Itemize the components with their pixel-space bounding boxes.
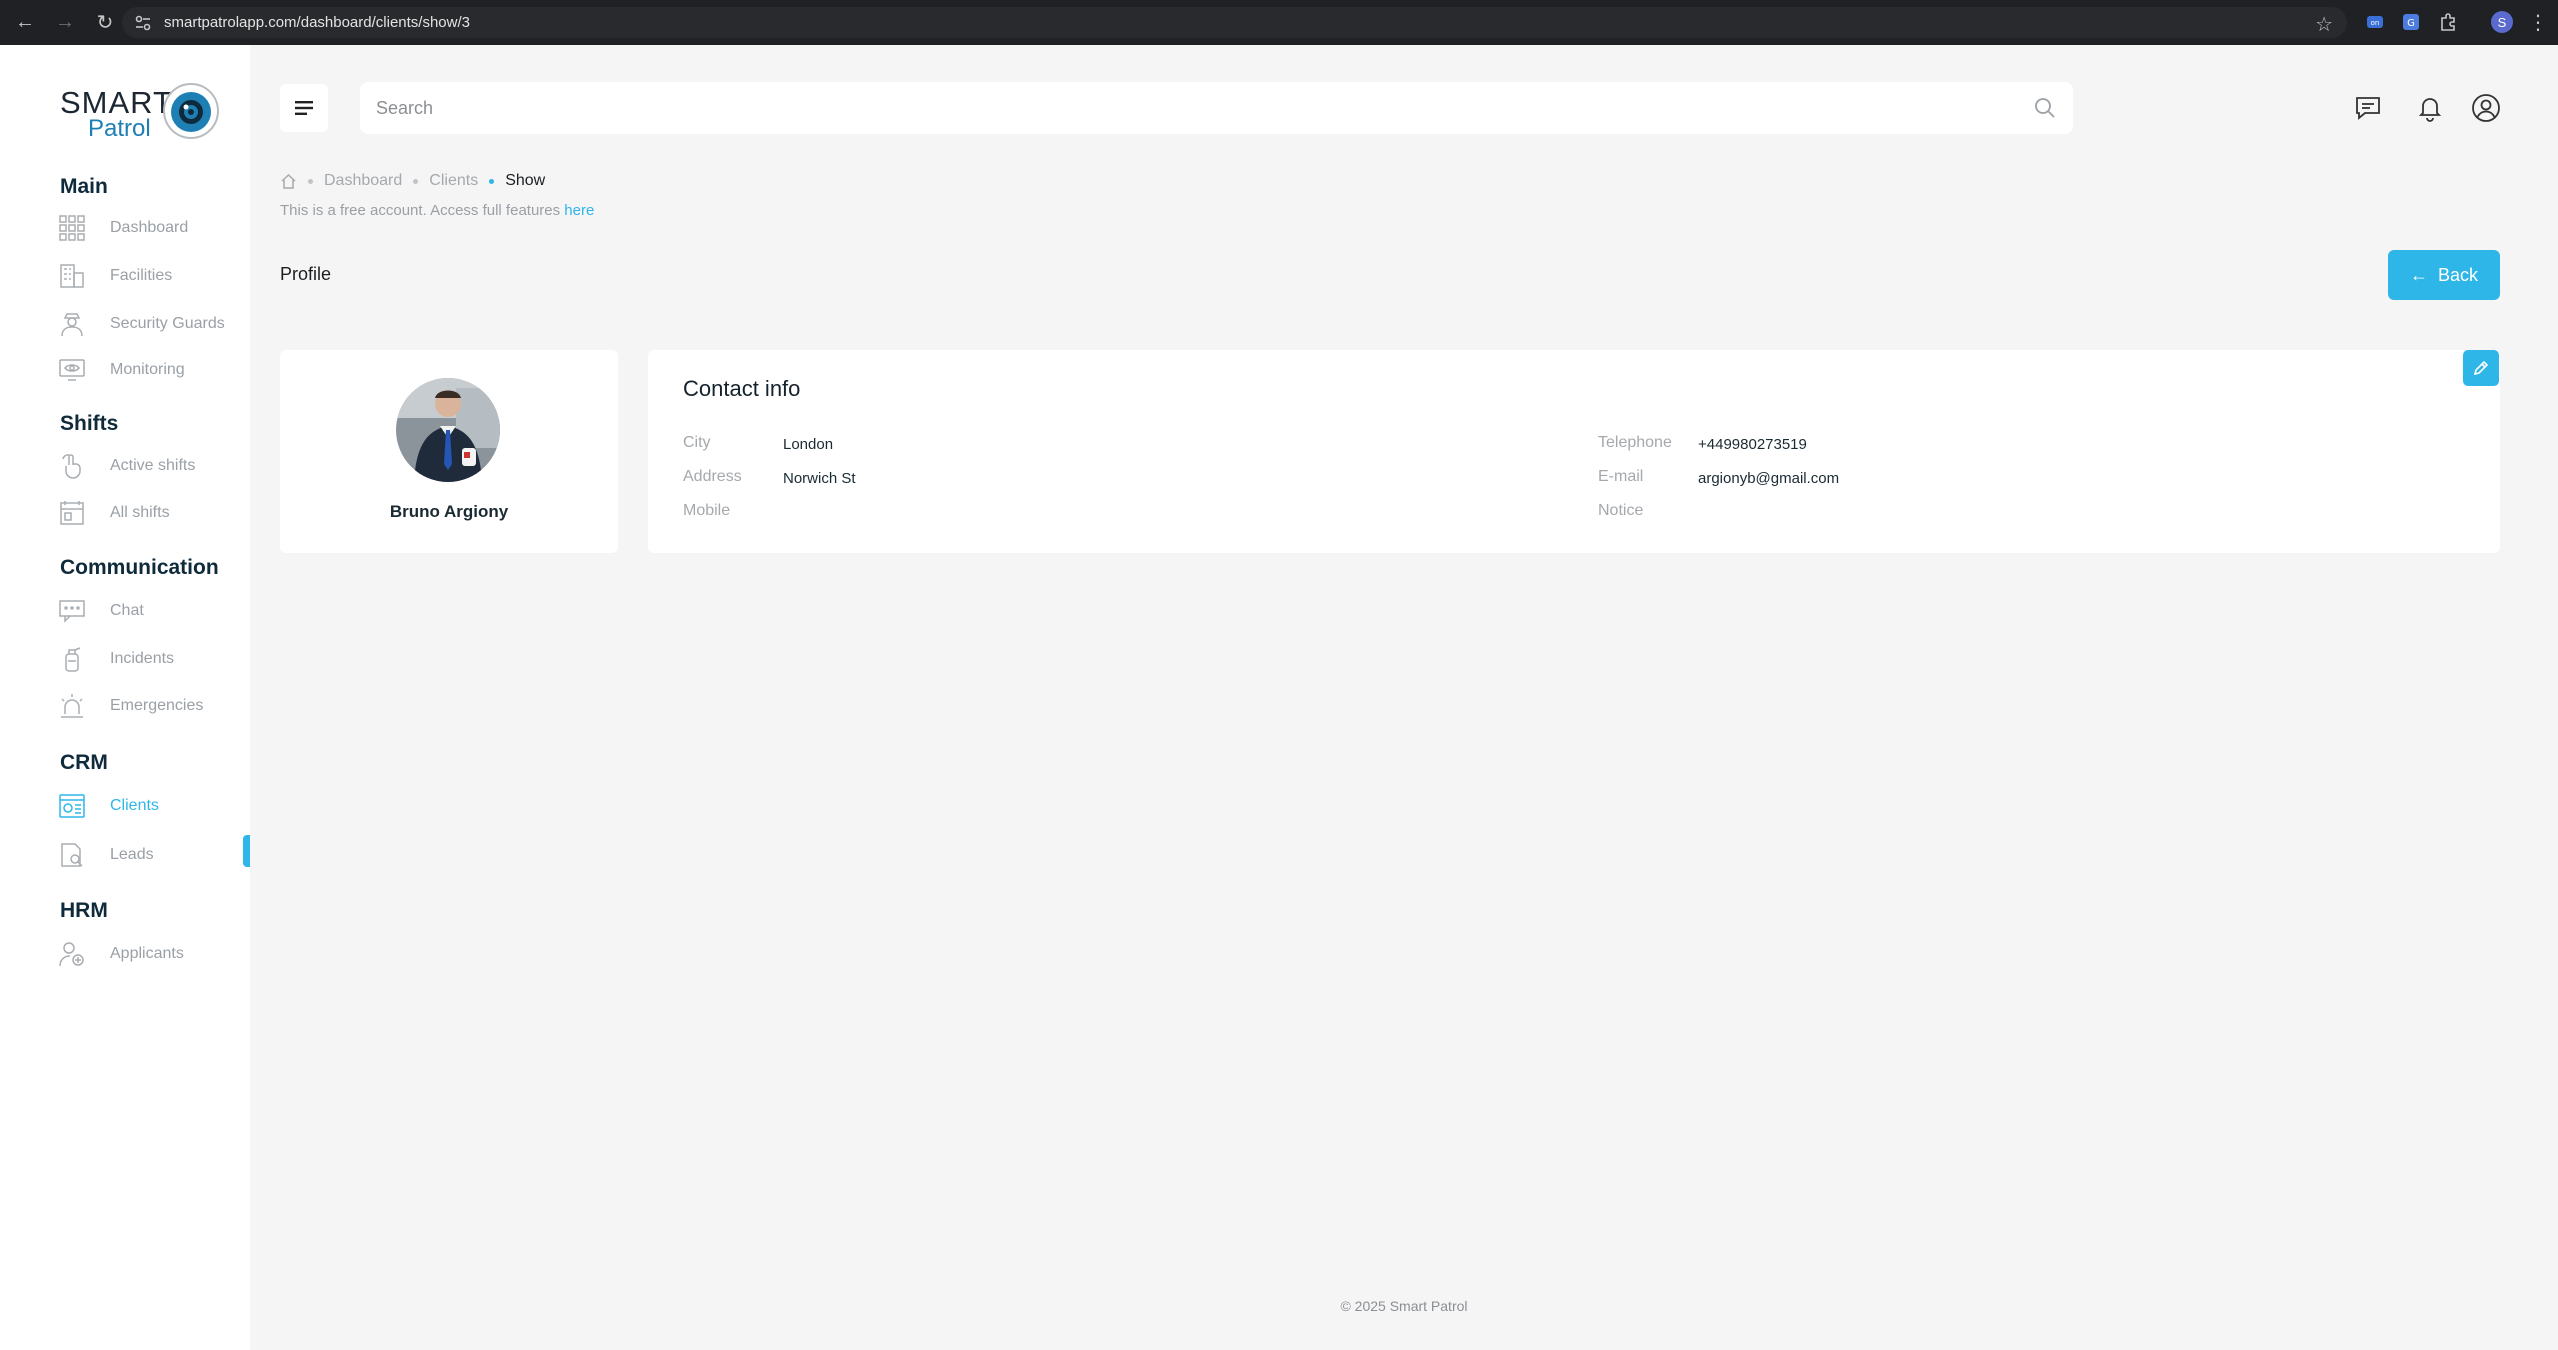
telephone-label: Telephone: [1598, 434, 1672, 451]
browser-toolbar: ← → ↻ smartpatrolapp.com/dashboard/clien…: [0, 0, 2558, 45]
grid-icon: [58, 214, 86, 242]
sidebar-item-chat[interactable]: Chat: [58, 594, 248, 628]
profile-avatar[interactable]: S: [2490, 10, 2514, 34]
home-icon[interactable]: [280, 173, 297, 190]
monitor-eye-icon: [58, 356, 86, 384]
section-title-main: Main: [60, 175, 108, 198]
sidebar-item-monitoring[interactable]: Monitoring: [58, 353, 248, 387]
upgrade-link[interactable]: here: [564, 202, 594, 219]
clients-icon: [58, 792, 86, 820]
translate-extension-icon[interactable]: G: [2399, 10, 2423, 34]
breadcrumb: Dashboard Clients Show: [280, 172, 545, 190]
arrow-left-icon: ←: [2409, 264, 2428, 285]
sidebar-item-applicants[interactable]: Applicants: [58, 937, 248, 971]
search-input[interactable]: [376, 97, 1976, 119]
sidebar-item-clients[interactable]: Clients: [58, 789, 248, 823]
city-value: London: [783, 436, 834, 453]
address-value: Norwich St: [783, 470, 856, 487]
guard-icon: [58, 310, 86, 338]
extension-icon[interactable]: on: [2363, 10, 2387, 34]
address-bar[interactable]: smartpatrolapp.com/dashboard/clients/sho…: [122, 7, 2347, 38]
building-icon: [58, 262, 86, 290]
notifications-bell-icon[interactable]: [2412, 90, 2448, 126]
address-label: Address: [683, 468, 742, 485]
chat-icon: [58, 597, 86, 625]
extensions-puzzle-icon[interactable]: [2436, 10, 2460, 34]
notice-label: Notice: [1598, 502, 1644, 519]
edit-button[interactable]: [2463, 350, 2499, 386]
sidebar-item-emergencies[interactable]: Emergencies: [58, 689, 248, 723]
breadcrumb-clients[interactable]: Clients: [429, 172, 478, 190]
client-name: Bruno Argiony: [389, 502, 509, 521]
free-account-notice: This is a free account. Access full feat…: [280, 202, 595, 219]
section-title-communication: Communication: [60, 556, 219, 579]
applicant-icon: [58, 940, 86, 968]
site-settings-icon[interactable]: [134, 14, 152, 32]
sidebar-item-leads[interactable]: Leads: [58, 838, 248, 872]
city-label: City: [683, 434, 711, 451]
svg-text:on: on: [2371, 19, 2380, 27]
section-title-crm: CRM: [60, 751, 108, 774]
back-button[interactable]: ← Back: [2388, 250, 2500, 300]
hamburger-icon: [295, 101, 313, 115]
lead-document-icon: [58, 841, 86, 869]
hand-pointer-icon: [58, 452, 86, 480]
avatar: [396, 378, 500, 482]
footer-copyright: © 2025 Smart Patrol: [1340, 1298, 1468, 1314]
sidebar-item-security-guards[interactable]: Security Guards: [58, 307, 248, 341]
calendar-list-icon: [58, 499, 86, 527]
sidebar-item-facilities[interactable]: Facilities: [58, 259, 248, 293]
sidebar-item-dashboard[interactable]: Dashboard: [58, 211, 248, 245]
logo[interactable]: SMART Patrol: [58, 81, 223, 145]
reload-icon[interactable]: ↻: [90, 8, 120, 38]
search-icon[interactable]: [2033, 96, 2057, 120]
fire-extinguisher-icon: [58, 645, 86, 673]
forward-arrow-icon[interactable]: →: [50, 8, 80, 38]
breadcrumb-separator: [413, 178, 419, 184]
messages-icon[interactable]: [2350, 90, 2386, 126]
breadcrumb-current: Show: [505, 172, 546, 189]
sidebar: SMART Patrol Main Dashboard Facilities S…: [0, 45, 250, 1350]
search-bar: [360, 82, 2073, 134]
eye-logo-icon: [163, 83, 219, 139]
sidebar-item-all-shifts[interactable]: All shifts: [58, 496, 248, 530]
section-title-shifts: Shifts: [60, 412, 119, 435]
breadcrumb-dashboard[interactable]: Dashboard: [324, 172, 402, 190]
mobile-label: Mobile: [683, 502, 731, 519]
url-text: smartpatrolapp.com/dashboard/clients/sho…: [164, 14, 470, 31]
browser-menu-icon[interactable]: ⋮: [2526, 10, 2550, 34]
telephone-value: +449980273519: [1698, 436, 1807, 453]
contact-info-title: Contact info: [683, 376, 801, 401]
section-title-hrm: HRM: [60, 899, 108, 922]
pencil-icon: [2473, 360, 2489, 376]
page-title: Profile: [280, 264, 332, 284]
back-arrow-icon[interactable]: ←: [10, 8, 40, 38]
user-account-icon[interactable]: [2468, 90, 2504, 126]
sidebar-item-incidents[interactable]: Incidents: [58, 642, 248, 676]
profile-card: Bruno Argiony: [280, 350, 618, 553]
breadcrumb-separator: [489, 178, 495, 184]
email-label: E-mail: [1598, 468, 1644, 485]
contact-info-card: Contact info City London Address Norwich…: [648, 350, 2500, 553]
bookmark-star-icon[interactable]: ☆: [2315, 12, 2333, 37]
sidebar-item-active-shifts[interactable]: Active shifts: [58, 449, 248, 483]
menu-toggle-button[interactable]: [280, 84, 328, 132]
svg-text:G: G: [2407, 18, 2415, 29]
breadcrumb-separator: [308, 178, 313, 184]
email-value: argionyb@gmail.com: [1698, 470, 1840, 487]
siren-icon: [58, 692, 86, 720]
